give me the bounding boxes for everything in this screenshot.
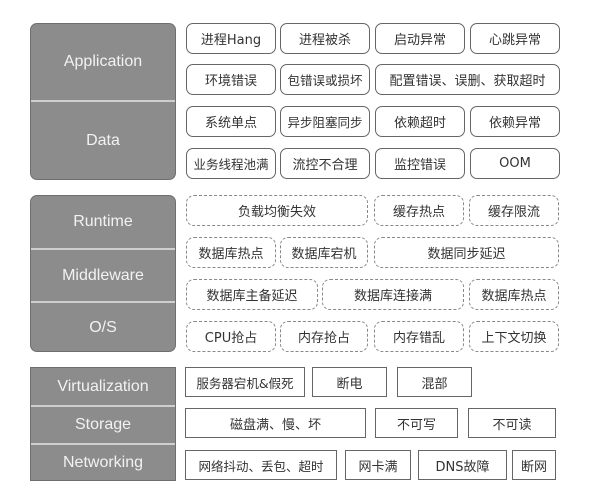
- fault-item: 进程Hang: [186, 23, 276, 54]
- fault-item: 业务线程池满: [186, 148, 276, 179]
- layer-label-virtualization: Virtualization: [57, 377, 149, 395]
- fault-item: 内存错乱: [374, 321, 464, 352]
- fault-item: 磁盘满、慢、坏: [185, 408, 366, 438]
- layer-panel-virtualization-storage-networking: Virtualization Storage Networking: [30, 367, 176, 481]
- layer-label-os: O/S: [89, 318, 117, 336]
- fault-item: 服务器宕机&假死: [185, 367, 305, 397]
- fault-item: 心跳异常: [470, 23, 560, 54]
- fault-item: 网卡满: [345, 450, 411, 480]
- fault-item: 数据库连接满: [322, 279, 464, 310]
- fault-item: 进程被杀: [280, 23, 370, 54]
- layer-label-storage: Storage: [74, 416, 132, 433]
- fault-item: CPU抢占: [186, 321, 276, 352]
- fault-item: DNS故障: [418, 450, 507, 480]
- layer-label-application: Application: [63, 53, 143, 70]
- fault-item: 异步阻塞同步: [280, 106, 370, 137]
- fault-item: 内存抢占: [280, 321, 368, 352]
- fault-item: 负载均衡失效: [186, 195, 368, 226]
- fault-item: 上下文切换: [469, 321, 559, 352]
- fault-item: 系统单点: [186, 106, 276, 137]
- fault-item: 断网: [512, 450, 556, 480]
- fault-item: 依赖异常: [470, 106, 560, 137]
- layer-panel-application-data: Application Data: [30, 23, 176, 180]
- fault-item: 缓存限流: [469, 195, 559, 226]
- fault-item: 数据同步延迟: [374, 237, 559, 268]
- fault-item: 不可读: [468, 408, 556, 438]
- fault-item: 缓存热点: [374, 195, 464, 226]
- fault-item: 启动异常: [375, 23, 465, 54]
- fault-item: 网络抖动、丢包、超时: [185, 450, 337, 480]
- fault-item: 配置错误、误删、获取超时: [375, 64, 560, 95]
- fault-item: 环境错误: [186, 64, 276, 95]
- layer-label-networking: Networking: [62, 454, 144, 471]
- fault-item: 数据库主备延迟: [186, 279, 318, 310]
- fault-item: 流控不合理: [280, 148, 370, 179]
- fault-item: 断电: [312, 367, 387, 397]
- layer-label-middleware: Middleware: [62, 266, 144, 284]
- fault-item: 包错误或损坏: [280, 64, 370, 95]
- fault-item: 数据库热点: [469, 279, 559, 310]
- layer-label-data: Data: [86, 132, 120, 149]
- layer-panel-runtime-middleware-os: Runtime Middleware O/S: [30, 195, 176, 352]
- fault-item: 混部: [397, 367, 472, 397]
- layer-label-runtime: Runtime: [73, 213, 133, 230]
- fault-item: 数据库宕机: [280, 237, 368, 268]
- fault-item: 监控错误: [375, 148, 465, 179]
- fault-item: 依赖超时: [375, 106, 465, 137]
- fault-item: OOM: [470, 148, 560, 179]
- fault-item: 不可写: [375, 408, 458, 438]
- fault-item: 数据库热点: [186, 237, 276, 268]
